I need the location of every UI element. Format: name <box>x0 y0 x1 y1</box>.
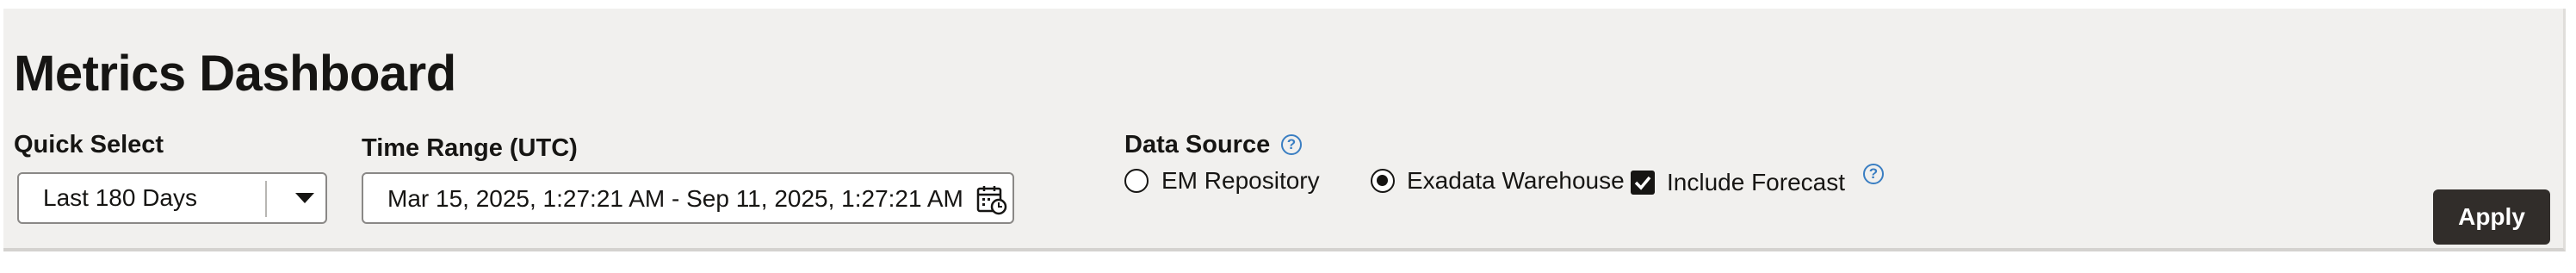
dropdown-divider <box>265 181 267 217</box>
include-forecast-label: Include Forecast <box>1667 169 1845 195</box>
time-range-input[interactable]: Mar 15, 2025, 1:27:21 AM - Sep 11, 2025,… <box>362 172 1014 224</box>
caret-down-icon[interactable] <box>282 174 327 222</box>
quick-select-label: Quick Select <box>14 131 164 158</box>
em-repository-label: EM Repository <box>1161 167 1320 194</box>
filter-panel: Metrics Dashboard Quick Select Last 180 … <box>3 9 2566 251</box>
apply-button[interactable]: Apply <box>2433 189 2550 245</box>
exadata-warehouse-label: Exadata Warehouse <box>1407 167 1625 194</box>
data-source-label: Data Source <box>1124 131 1271 158</box>
quick-select-dropdown[interactable]: Last 180 Days <box>17 172 327 224</box>
forecast-help-icon[interactable]: ? <box>1863 164 1884 184</box>
page-title: Metrics Dashboard <box>14 46 456 102</box>
calendar-clock-icon[interactable] <box>976 184 1007 220</box>
quick-select-value: Last 180 Days <box>43 184 197 211</box>
radio-exadata-warehouse[interactable] <box>1371 169 1395 193</box>
time-range-label: Time Range (UTC) <box>362 134 578 162</box>
time-range-value: Mar 15, 2025, 1:27:21 AM - Sep 11, 2025,… <box>387 185 963 212</box>
radio-em-repository[interactable] <box>1124 169 1149 193</box>
include-forecast-checkbox[interactable] <box>1631 171 1655 195</box>
checkmark-icon <box>1634 176 1651 190</box>
data-source-help-icon[interactable]: ? <box>1281 134 1302 155</box>
